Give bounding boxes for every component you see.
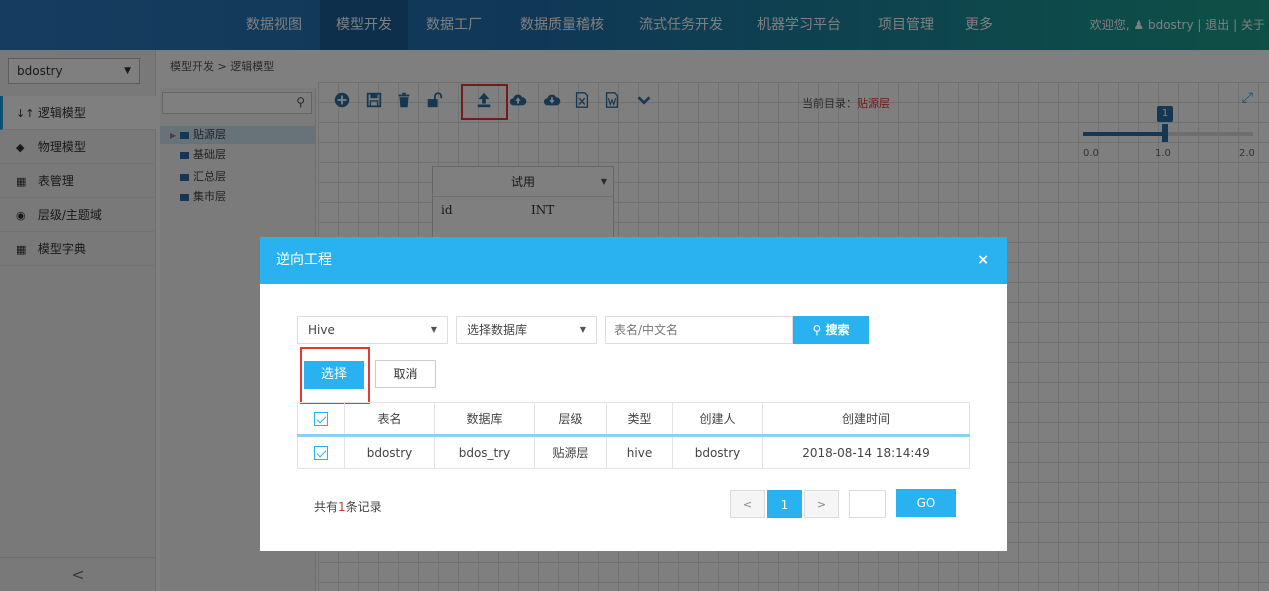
record-count-suffix: 条记录 xyxy=(345,500,382,514)
table-cell: bdostry xyxy=(672,435,763,469)
reverse-engineering-dialog: 逆向工程 × Hive ▼ 选择数据库 ▼ 表名/中文名 ⚲ 搜索 选择 取消 … xyxy=(260,237,1007,551)
go-button[interactable]: GO xyxy=(896,489,956,517)
table-cell: bdos_try xyxy=(434,435,535,469)
prev-page-button[interactable]: < xyxy=(730,490,765,518)
page-1-button[interactable]: 1 xyxy=(767,490,802,518)
table-cell: hive xyxy=(606,435,673,469)
column-header[interactable]: 创建人 xyxy=(672,402,763,437)
column-header[interactable]: 数据库 xyxy=(434,402,535,437)
column-header[interactable]: 层级 xyxy=(534,402,607,437)
select-all-cell[interactable] xyxy=(297,402,345,437)
record-count-number: 1 xyxy=(338,500,346,514)
next-page-button[interactable]: > xyxy=(804,490,839,518)
chevron-down-icon: ▼ xyxy=(430,325,437,334)
table-row[interactable]: bdostry bdos_try 贴源层 hive bdostry 2018-0… xyxy=(297,435,970,469)
db-type-value: Hive xyxy=(308,323,335,337)
table-list: 表名 数据库 层级 类型 创建人 创建时间 bdostry bdos_try 贴… xyxy=(297,402,970,469)
column-header[interactable]: 表名 xyxy=(344,402,435,437)
cancel-button[interactable]: 取消 xyxy=(375,360,436,388)
db-type-select[interactable]: Hive ▼ xyxy=(297,316,448,344)
dialog-header: 逆向工程 × xyxy=(260,237,1007,284)
page-number-input[interactable] xyxy=(849,490,886,518)
database-select-value: 选择数据库 xyxy=(467,323,528,337)
row-checkbox[interactable] xyxy=(314,445,328,460)
dialog-title: 逆向工程 xyxy=(276,252,332,268)
close-icon[interactable]: × xyxy=(977,237,989,284)
row-checkbox-cell[interactable] xyxy=(297,435,345,469)
table-cell: 贴源层 xyxy=(534,435,607,469)
select-all-checkbox[interactable] xyxy=(314,411,328,426)
search-button[interactable]: ⚲ 搜索 xyxy=(793,316,869,344)
search-placeholder: 表名/中文名 xyxy=(614,323,679,337)
table-header-row: 表名 数据库 层级 类型 创建人 创建时间 xyxy=(297,402,970,437)
record-count: 共有1条记录 xyxy=(314,498,382,515)
table-cell: 2018-08-14 18:14:49 xyxy=(762,435,970,469)
select-highlight xyxy=(300,347,370,404)
search-button-label: 搜索 xyxy=(825,323,850,337)
column-header[interactable]: 类型 xyxy=(606,402,673,437)
chevron-down-icon: ▼ xyxy=(579,325,586,334)
table-cell: bdostry xyxy=(344,435,435,469)
table-search-input[interactable]: 表名/中文名 xyxy=(605,316,793,344)
database-select[interactable]: 选择数据库 ▼ xyxy=(456,316,597,344)
column-header[interactable]: 创建时间 xyxy=(762,402,970,437)
search-icon: ⚲ xyxy=(812,323,822,337)
record-count-prefix: 共有 xyxy=(314,500,339,514)
